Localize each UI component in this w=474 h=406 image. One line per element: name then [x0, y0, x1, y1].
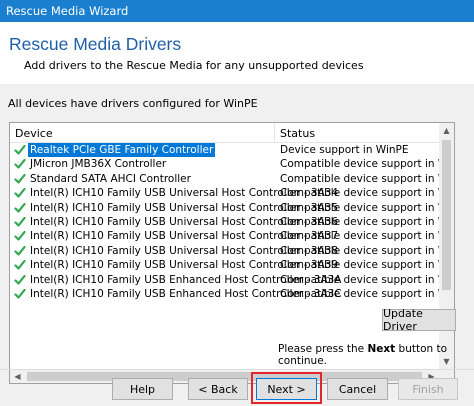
device-name: JMicron JMB36X Controller — [30, 158, 167, 171]
checkmark-icon — [14, 231, 26, 241]
device-status: Device support in WinPE — [280, 144, 409, 156]
list-item[interactable]: Intel(R) ICH10 Family USB Universal Host… — [10, 201, 454, 215]
list-item[interactable]: Intel(R) ICH10 Family USB Universal Host… — [10, 215, 454, 229]
back-button[interactable]: < Back — [188, 378, 248, 400]
hint-prefix: Please press the — [278, 343, 365, 355]
list-item[interactable]: Intel(R) ICH10 Family USB Universal Host… — [10, 186, 454, 200]
device-status: Compatible device support in WinPE — [280, 172, 455, 185]
list-rows: Realtek PCIe GBE Family Controller Device… — [10, 143, 454, 301]
next-button[interactable]: Next > — [256, 378, 317, 400]
device-status: Compatible device support in WinPE — [280, 201, 455, 214]
device-status: Compatible device support in WinPE — [280, 187, 455, 200]
device-status: Compatible device support in WinPE — [280, 158, 455, 171]
checkmark-icon — [14, 173, 26, 184]
checkmark-icon — [14, 288, 26, 299]
list-item[interactable]: JMicron JMB36X Controller Compatible devi… — [10, 157, 454, 171]
list-item[interactable]: Intel(R) ICH10 Family USB Enhanced Host … — [10, 273, 454, 287]
device-status: Compatible device support in WinPE — [280, 273, 455, 286]
list-item[interactable]: Intel(R) ICH10 Family USB Enhanced Host … — [10, 287, 454, 301]
list-item[interactable]: Intel(R) ICH10 Family USB Universal Host… — [10, 229, 454, 243]
list-item[interactable]: Standard SATA AHCI Controller Compatible … — [10, 172, 454, 186]
checkmark-icon — [14, 188, 26, 198]
scroll-left-arrow-icon[interactable]: ◀ — [10, 369, 25, 383]
page-title: Rescue Media Drivers — [9, 34, 182, 54]
window-title: Rescue Media Wizard — [6, 4, 129, 18]
finish-button: Finish — [398, 378, 458, 400]
list-item[interactable]: Intel(R) ICH10 Family USB Universal Host… — [10, 244, 454, 258]
wizard-body: All devices have drivers configured for … — [0, 84, 474, 406]
device-name: Standard SATA AHCI Controller — [30, 172, 191, 185]
checkmark-icon — [14, 260, 26, 270]
scroll-up-arrow-icon[interactable]: ▲ — [439, 123, 454, 138]
window-titlebar: Rescue Media Wizard — [0, 0, 474, 22]
cancel-button[interactable]: Cancel — [327, 378, 388, 400]
device-status: Compatible device support in WinPE — [280, 244, 455, 257]
device-status: Compatible device support in WinPE — [280, 287, 455, 300]
list-item[interactable]: Intel(R) ICH10 Family USB Universal Host… — [10, 258, 454, 272]
column-header-status[interactable]: Status — [280, 127, 315, 140]
continue-hint: Please press the Next button to continue… — [278, 343, 474, 367]
wizard-header: Rescue Media Drivers Add drivers to the … — [0, 22, 474, 84]
checkmark-icon — [14, 144, 26, 155]
list-header: Device Status — [10, 123, 439, 143]
checkmark-icon — [14, 159, 26, 169]
hint-next-word: Next — [367, 343, 396, 355]
vertical-scroll-thumb[interactable] — [442, 140, 451, 290]
device-name: Realtek PCIe GBE Family Controller — [28, 143, 216, 157]
checkmark-icon — [14, 216, 26, 227]
list-item[interactable]: Realtek PCIe GBE Family Controller Device… — [10, 143, 439, 157]
column-header-device[interactable]: Device — [15, 127, 53, 140]
device-status: Compatible device support in WinPE — [280, 215, 455, 228]
footer-divider — [0, 369, 474, 370]
column-divider[interactable] — [274, 123, 275, 142]
help-button[interactable]: Help — [112, 378, 173, 400]
update-driver-button[interactable]: Update Driver — [382, 307, 456, 333]
drivers-status-text: All devices have drivers configured for … — [8, 97, 258, 110]
device-status: Compatible device support in WinPE — [280, 259, 455, 272]
checkmark-icon — [14, 245, 26, 256]
checkmark-icon — [14, 274, 26, 285]
checkmark-icon — [14, 202, 26, 213]
device-status: Compatible device support in WinPE — [280, 230, 455, 243]
page-subtitle: Add drivers to the Rescue Media for any … — [24, 59, 364, 72]
